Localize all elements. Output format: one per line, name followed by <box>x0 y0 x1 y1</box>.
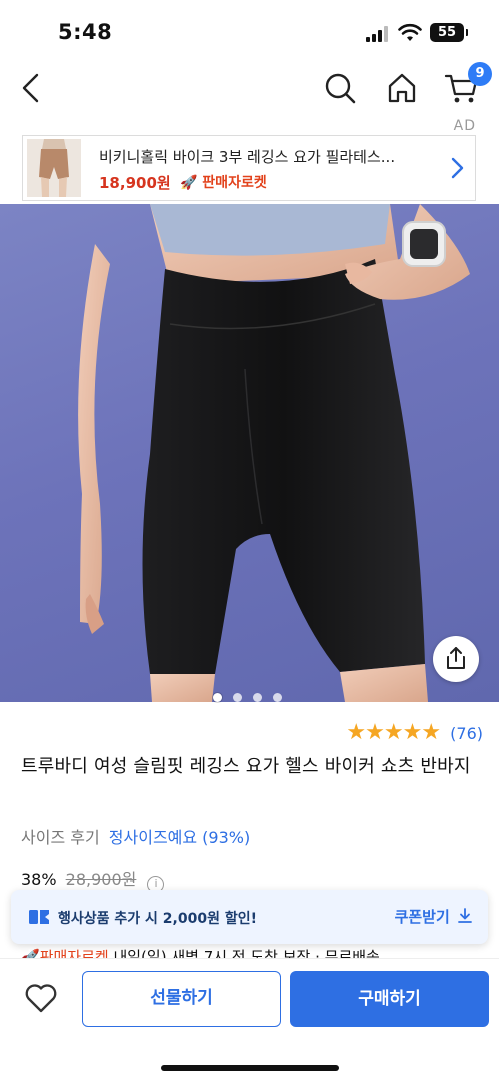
ad-title: 비키니홀릭 바이크 3부 레깅스 요가 필라테스... <box>99 148 396 166</box>
home-icon[interactable] <box>384 70 420 106</box>
ad-price: 18,900원 <box>99 174 171 192</box>
discount-rate: 38% <box>21 870 57 889</box>
bottom-action-bar: 선물하기 구매하기 <box>0 958 499 1080</box>
download-icon <box>458 908 472 923</box>
heart-icon[interactable] <box>24 982 58 1014</box>
back-arrow-icon[interactable] <box>16 70 46 106</box>
size-review-value[interactable]: 정사이즈예요 (93%) <box>109 828 250 847</box>
pagination-dot[interactable] <box>233 693 242 702</box>
coupon-icon <box>29 910 49 924</box>
product-image[interactable] <box>0 204 499 702</box>
ad-thumbnail-image <box>27 139 81 197</box>
cart-count-badge: 9 <box>468 62 492 86</box>
ad-delivery-badge: 🚀 판매자로켓 <box>180 175 267 191</box>
star-rating: ★★★★★ <box>346 720 442 745</box>
gift-button[interactable]: 선물하기 <box>82 971 281 1027</box>
review-count[interactable]: (76) <box>450 724 483 743</box>
size-review[interactable]: 사이즈 후기 정사이즈예요 (93%) <box>21 824 250 848</box>
home-indicator <box>161 1065 339 1071</box>
pagination-dot[interactable] <box>253 693 262 702</box>
signal-icon <box>366 26 388 42</box>
battery-icon: 55 <box>430 23 468 42</box>
status-bar: 5:48 55 <box>0 0 499 60</box>
coupon-banner[interactable]: 행사상품 추가 시 2,000원 할인! 쿠폰받기 <box>11 890 488 944</box>
get-coupon-button[interactable]: 쿠폰받기 <box>395 906 472 927</box>
status-time: 5:48 <box>58 20 113 44</box>
share-button[interactable] <box>433 636 479 682</box>
coupon-text: 행사상품 추가 시 2,000원 할인! <box>58 911 257 927</box>
top-nav <box>0 60 499 118</box>
pagination-dot[interactable] <box>213 693 222 702</box>
rating-summary[interactable]: ★★★★★ (76) <box>346 720 483 745</box>
product-title: 트루바디 여성 슬림핏 레깅스 요가 헬스 바이커 쇼츠 반바지 <box>21 756 471 777</box>
size-review-label: 사이즈 후기 <box>21 828 100 847</box>
get-coupon-label: 쿠폰받기 <box>394 908 450 926</box>
search-icon[interactable] <box>322 70 358 106</box>
ad-banner[interactable]: 비키니홀릭 바이크 3부 레깅스 요가 필라테스... 18,900원 🚀 판매… <box>22 135 476 201</box>
wifi-icon <box>398 23 422 41</box>
price-row: 38% 28,900원 i <box>21 866 165 893</box>
buy-button[interactable]: 구매하기 <box>290 971 489 1027</box>
product-photo-illustration <box>78 204 470 702</box>
original-price: 28,900원 <box>65 870 137 889</box>
ad-label: AD <box>453 118 476 134</box>
pagination-dot[interactable] <box>273 693 282 702</box>
chevron-right-icon[interactable] <box>449 156 465 180</box>
share-icon <box>447 647 465 669</box>
gallery-pagination[interactable] <box>213 687 293 706</box>
